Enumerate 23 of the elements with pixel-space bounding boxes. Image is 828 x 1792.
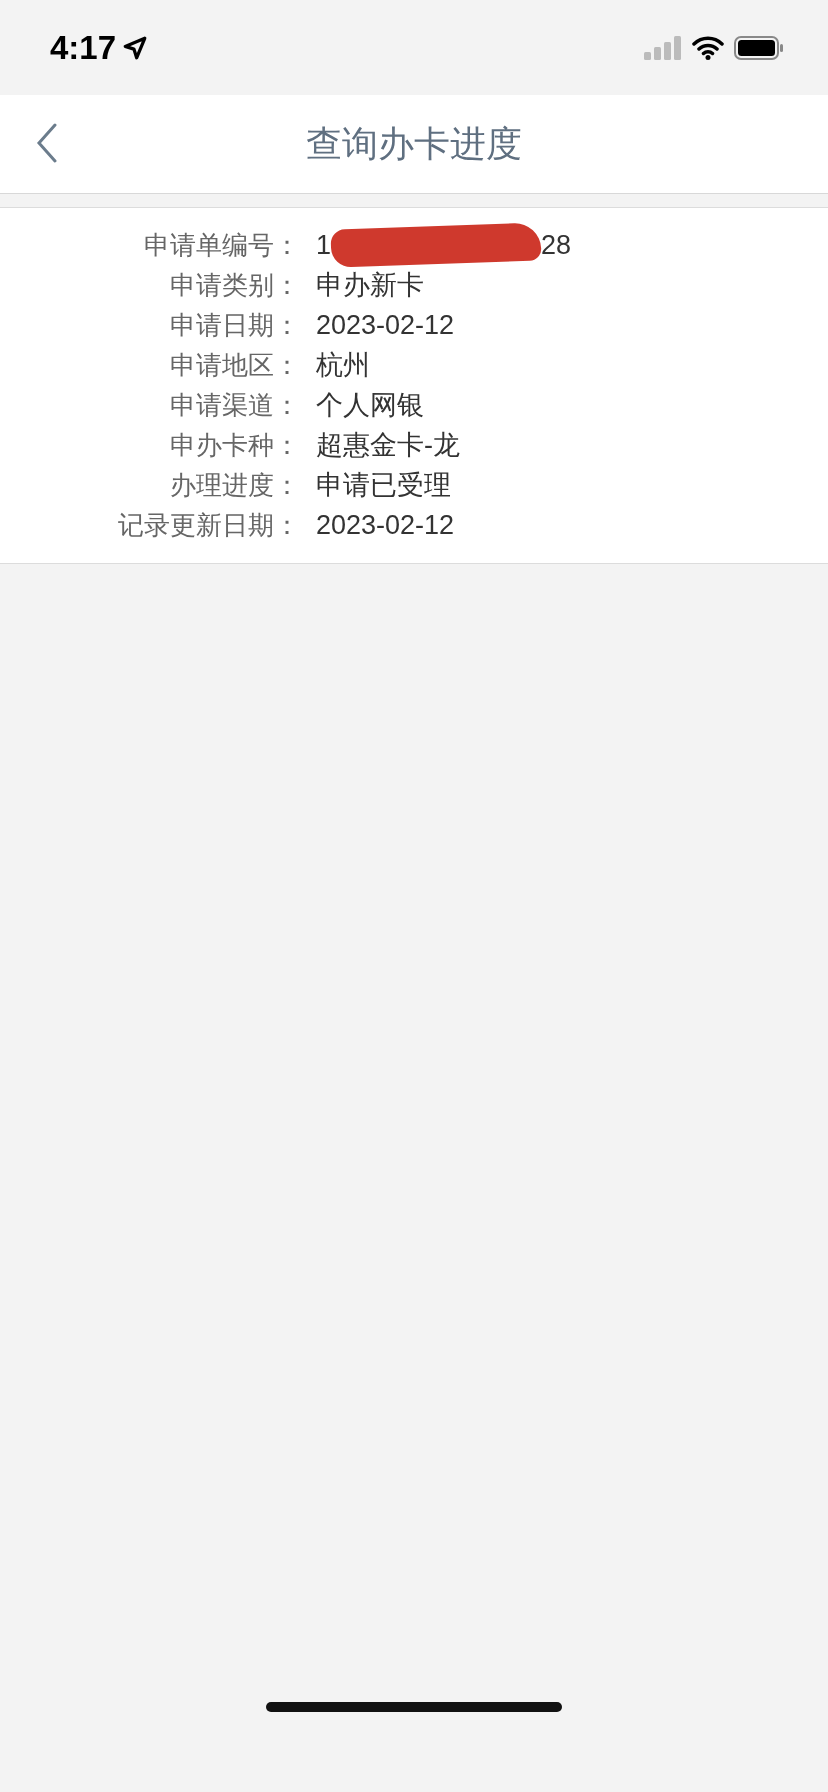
field-value: 个人网银 bbox=[316, 389, 425, 422]
field-value: 申办新卡 bbox=[316, 269, 425, 302]
field-label: 申办卡种： bbox=[170, 428, 300, 462]
field-label: 办理进度： bbox=[170, 468, 300, 502]
field-value: 2023-02-12 bbox=[316, 509, 456, 541]
field-label: 记录更新日期： bbox=[118, 508, 300, 542]
field-label: 申请地区： bbox=[170, 348, 300, 382]
page-title: 查询办卡进度 bbox=[306, 121, 522, 166]
battery-icon bbox=[734, 35, 784, 60]
field-value: 2023-02-12 bbox=[316, 309, 456, 341]
field-label: 申请渠道： bbox=[170, 388, 300, 422]
field-value: 超惠金卡-龙 bbox=[316, 429, 461, 462]
field-value: 杭州 bbox=[316, 349, 371, 382]
wifi-icon bbox=[692, 35, 724, 60]
field-label: 申请单编号： bbox=[144, 228, 300, 262]
field-label: 申请日期： bbox=[170, 308, 300, 342]
signal-icon bbox=[644, 35, 682, 60]
field-label: 申请类别： bbox=[170, 268, 300, 302]
status-time: 4:17 bbox=[50, 28, 117, 67]
back-chevron-icon bbox=[36, 123, 58, 163]
field-value: 28 bbox=[541, 229, 572, 261]
field-value: 申请已受理 bbox=[316, 469, 452, 502]
field-value: 1 bbox=[316, 229, 332, 261]
